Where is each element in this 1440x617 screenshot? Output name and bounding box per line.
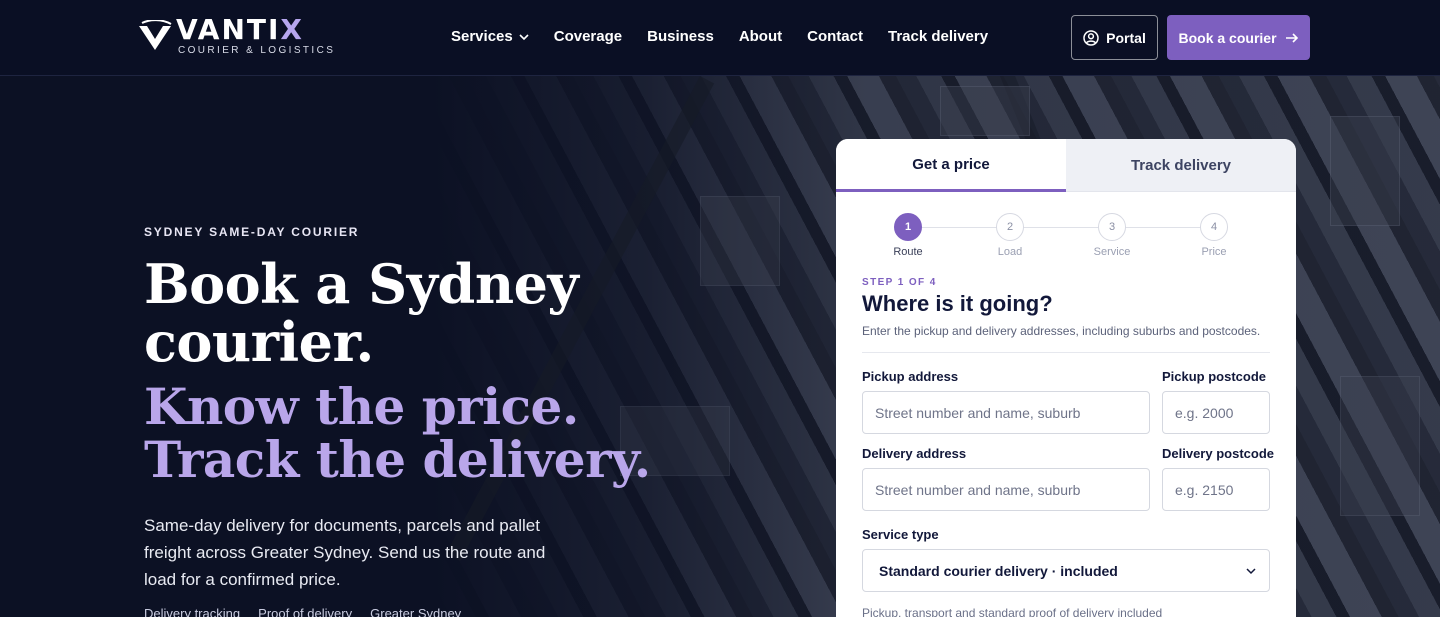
aerial-building [1330, 116, 1400, 226]
nav-item-label: Services [451, 28, 513, 45]
step-service: 3 Service [1082, 213, 1142, 258]
delivery-postcode-label: Delivery postcode [1162, 446, 1274, 461]
brand-name-main: VANTI [176, 13, 281, 46]
nav-item-services[interactable]: Services [451, 28, 529, 45]
step-number: 2 [996, 213, 1024, 241]
step-connector-line [914, 227, 1218, 228]
step-description: Enter the pickup and delivery addresses,… [862, 324, 1261, 338]
aerial-building [1340, 376, 1420, 516]
site-header: VANTIX COURIER & LOGISTICS Services Cove… [0, 0, 1440, 76]
service-type-label: Service type [862, 527, 939, 542]
pickup-address-label: Pickup address [862, 369, 959, 384]
book-courier-button[interactable]: Book a courier [1167, 15, 1310, 60]
arrow-right-icon [1285, 32, 1298, 43]
book-courier-label: Book a courier [1178, 29, 1277, 46]
nav-item-contact[interactable]: Contact [807, 28, 863, 45]
step-route: 1 Route [878, 213, 938, 258]
chevron-down-icon [1246, 567, 1256, 574]
portal-button-label: Portal [1106, 29, 1146, 46]
hero-headline-line1: Book a Sydney [144, 252, 579, 316]
chevron-down-icon [519, 33, 529, 40]
aerial-building [700, 196, 780, 286]
step-number: 4 [1200, 213, 1228, 241]
pickup-postcode-label: Pickup postcode [1162, 369, 1267, 384]
hero-feature-list: Delivery tracking Proof of delivery Grea… [144, 606, 462, 617]
logo-v-icon [139, 20, 172, 50]
service-note: Pickup, transport and standard proof of … [862, 606, 1163, 617]
hero-lead: Same-day delivery for documents, parcels… [144, 516, 546, 589]
hero-accent-line2: Track the delivery. [144, 430, 651, 489]
step-label: Route [893, 246, 923, 258]
booking-tabs: Get a price Track delivery [836, 139, 1296, 192]
step-title: Where is it going? [862, 291, 1053, 316]
delivery-address-input[interactable] [862, 468, 1150, 511]
brand-name: VANTIX [176, 16, 335, 44]
step-label: Service [1093, 246, 1131, 258]
step-number: 1 [894, 213, 922, 241]
tab-track-delivery[interactable]: Track delivery [1066, 139, 1296, 192]
main-nav: Services Coverage Business About Contact… [451, 28, 988, 45]
step-progress: 1 Route 2 Load 3 Service 4 Price [862, 213, 1270, 263]
delivery-address-label: Delivery address [862, 446, 967, 461]
step-load: 2 Load [980, 213, 1040, 258]
service-type-select[interactable]: Standard courier delivery · included [862, 549, 1270, 592]
portal-button[interactable]: Portal [1071, 15, 1158, 60]
nav-item-coverage[interactable]: Coverage [554, 28, 622, 45]
logo-wordmark: VANTIX COURIER & LOGISTICS [176, 16, 336, 57]
nav-item-about[interactable]: About [739, 28, 782, 45]
form-divider [862, 352, 1270, 353]
aerial-building [940, 86, 1030, 136]
hero-accent-headline: Know the price. Track the delivery. [144, 380, 744, 486]
hero-headline-line2: courier. [144, 310, 374, 374]
service-type-value: Standard courier delivery · included [879, 562, 1118, 579]
step-number: 3 [1098, 213, 1126, 241]
step-label: Load [997, 246, 1023, 258]
pickup-postcode-input[interactable] [1162, 391, 1270, 434]
tab-get-a-price[interactable]: Get a price [836, 139, 1066, 192]
hero-eyebrow: SYDNEY SAME-DAY COURIER [144, 225, 360, 239]
brand-name-accent: X [280, 13, 304, 46]
hero-headline: Book a Sydney courier. [144, 255, 704, 371]
step-label: Price [1201, 246, 1227, 258]
step-price: 4 Price [1184, 213, 1244, 258]
user-circle-icon [1083, 29, 1099, 46]
brand-logo[interactable]: VANTIX COURIER & LOGISTICS [138, 16, 336, 57]
pickup-address-input[interactable] [862, 391, 1150, 434]
step-kicker: STEP 1 OF 4 [862, 277, 937, 288]
delivery-postcode-input[interactable] [1162, 468, 1270, 511]
hero-accent-line1: Know the price. [144, 377, 579, 436]
brand-tagline: COURIER & LOGISTICS [178, 45, 336, 56]
nav-item-business[interactable]: Business [647, 28, 714, 45]
booking-card: Get a price Track delivery 1 Route 2 Loa… [836, 139, 1296, 617]
nav-item-track-delivery[interactable]: Track delivery [888, 28, 988, 45]
